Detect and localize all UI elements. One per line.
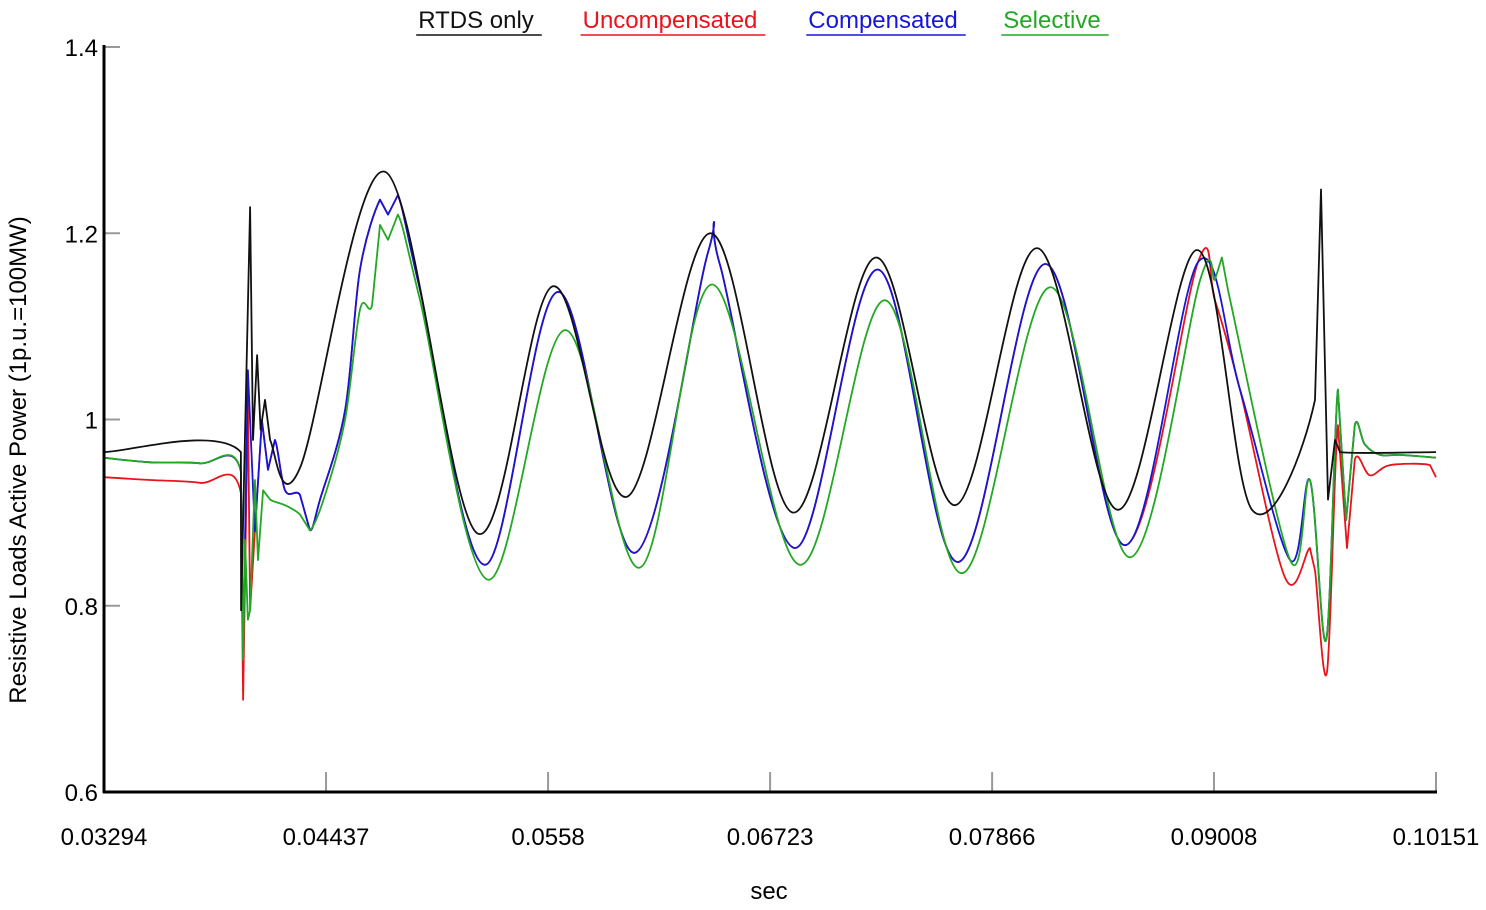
series-line-selective — [103, 213, 1437, 661]
series-lines — [103, 170, 1437, 701]
legend-item: Uncompensated — [580, 7, 766, 36]
y-tick-label: 1 — [85, 408, 98, 435]
legend-item: Selective — [1001, 7, 1109, 36]
line-chart: RTDS only Uncompensated Compensated Selecti… — [5, 7, 1480, 905]
x-tick-label: 0.10151 — [1393, 824, 1480, 851]
x-tick-label: 0.03294 — [61, 824, 148, 851]
legend-label: Uncompensated — [583, 7, 758, 34]
series-line-rtds-only — [103, 170, 1437, 612]
legend-item: Compensated — [806, 7, 966, 36]
legend: RTDS only Uncompensated Compensated Selecti… — [416, 7, 1109, 36]
x-axis-label: sec — [750, 878, 787, 905]
x-tick-label: 0.06723 — [727, 824, 814, 851]
y-axis-label: Resistive Loads Active Power (1p.u.=100M… — [5, 216, 32, 704]
legend-label: Compensated — [808, 7, 957, 34]
legend-label: RTDS only — [418, 7, 534, 34]
x-tick-label: 0.09008 — [1171, 824, 1258, 851]
y-tick-label: 1.2 — [65, 221, 98, 248]
y-tick-label: 0.8 — [65, 594, 98, 621]
x-tick-label: 0.04437 — [283, 824, 370, 851]
legend-item: RTDS only — [416, 7, 542, 36]
x-tick-label: 0.0558 — [511, 824, 584, 851]
y-tick-label: 0.6 — [65, 780, 98, 807]
y-tick-label: 1.4 — [65, 35, 98, 62]
legend-label: Selective — [1003, 7, 1100, 34]
x-tick-label: 0.07866 — [949, 824, 1036, 851]
series-line-compensated — [103, 194, 1437, 654]
